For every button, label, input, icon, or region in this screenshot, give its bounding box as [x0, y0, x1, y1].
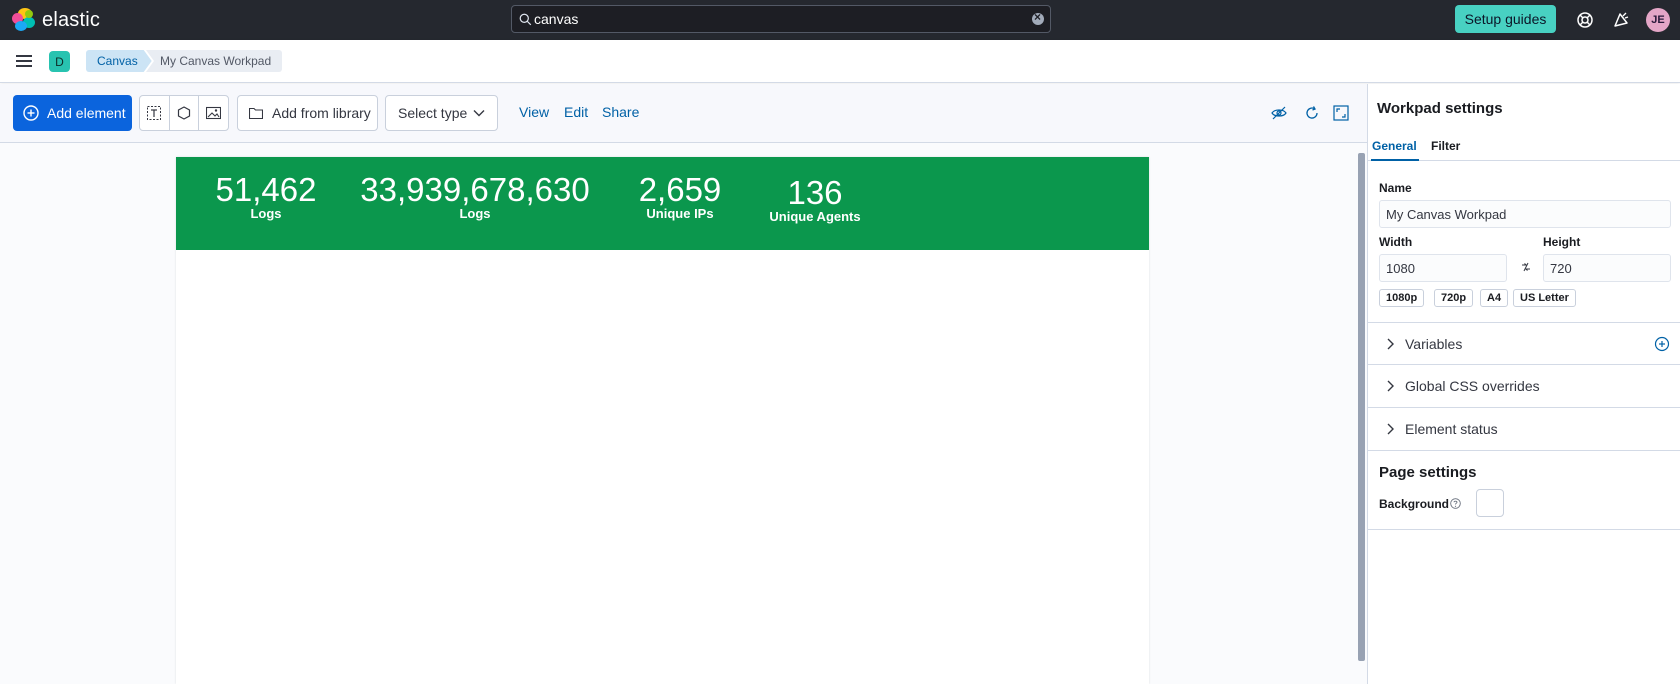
preset-1080p-button[interactable]: 1080p: [1379, 289, 1425, 307]
add-from-library-button[interactable]: Add from library: [237, 95, 378, 131]
breadcrumb-canvas[interactable]: Canvas: [86, 50, 152, 72]
chevron-right-icon: [1387, 338, 1394, 350]
eye-closed-icon[interactable]: [1271, 105, 1287, 121]
workpad-name-input[interactable]: [1379, 200, 1671, 228]
height-label: Height: [1543, 235, 1581, 249]
breadcrumb-bar: D Canvas My Canvas Workpad: [0, 40, 1680, 83]
help-icon[interactable]: [1575, 10, 1595, 30]
add-shape-button[interactable]: [170, 96, 200, 130]
section-divider: [1368, 529, 1680, 530]
space-avatar[interactable]: D: [49, 51, 70, 72]
add-element-label: Add element: [47, 105, 126, 121]
element-status-accordion[interactable]: Element status: [1368, 407, 1680, 449]
setup-guides-button[interactable]: Setup guides: [1455, 5, 1556, 33]
height-input[interactable]: [1543, 254, 1671, 282]
preset-720p-button[interactable]: 720p: [1434, 289, 1474, 307]
preset-us-letter-button[interactable]: US Letter: [1513, 289, 1576, 307]
active-tab-indicator: [1371, 159, 1419, 161]
metric-label: Unique Agents: [769, 209, 861, 224]
text-icon: [147, 106, 162, 120]
metric-logs-bytes[interactable]: 33,939,678,630 Logs: [355, 173, 595, 221]
select-type-label: Select type: [398, 105, 468, 121]
sidebar-title: Workpad settings: [1377, 100, 1503, 117]
variables-accordion[interactable]: Variables: [1368, 322, 1680, 364]
metric-unique-agents[interactable]: 136 Unique Agents: [768, 176, 862, 224]
settings-tabs: General Filter: [1368, 136, 1680, 161]
metric-unique-ips[interactable]: 2,659 Unique IPs: [628, 173, 732, 221]
metric-value: 33,939,678,630: [360, 171, 590, 208]
plus-circle-icon: [23, 105, 39, 121]
search-input[interactable]: [534, 9, 1024, 29]
accordion-label: Element status: [1405, 421, 1498, 437]
elastic-logo-icon: [12, 8, 36, 32]
refresh-icon[interactable]: [1304, 105, 1320, 121]
image-icon: [206, 106, 222, 120]
question-circle-icon[interactable]: [1450, 498, 1461, 509]
add-image-button[interactable]: [199, 96, 228, 130]
tab-filter[interactable]: Filter: [1431, 139, 1460, 153]
newsfeed-icon[interactable]: [1611, 10, 1631, 30]
elastic-logo[interactable]: elastic: [12, 8, 100, 32]
accordion-label: Global CSS overrides: [1405, 378, 1540, 394]
accordion-label: Variables: [1405, 336, 1463, 352]
hamburger-menu-icon[interactable]: [15, 53, 33, 69]
view-menu-link[interactable]: View: [519, 104, 549, 120]
chevron-right-icon: [1387, 380, 1394, 392]
tab-general[interactable]: General: [1372, 139, 1417, 153]
brand-name: elastic: [42, 8, 101, 31]
metric-label: Logs: [250, 206, 282, 221]
workpad-toolbar: Add element Add from library Select type…: [0, 84, 1367, 143]
background-label: Background: [1379, 497, 1450, 511]
folder-icon: [249, 107, 263, 119]
workpad-settings-sidebar: Workpad settings General Filter Name Wid…: [1367, 84, 1680, 684]
swap-dimensions-icon[interactable]: [1520, 261, 1532, 273]
global-css-accordion[interactable]: Global CSS overrides: [1368, 364, 1680, 406]
chevron-right-icon: [1387, 423, 1394, 435]
search-icon: [519, 13, 532, 26]
user-avatar[interactable]: JE: [1646, 8, 1670, 32]
name-label: Name: [1379, 181, 1412, 195]
quick-add-group: [139, 95, 229, 131]
canvas-scrollbar[interactable]: [1358, 153, 1365, 661]
add-from-library-label: Add from library: [272, 105, 371, 121]
metric-label: Unique IPs: [646, 206, 714, 221]
edit-menu-link[interactable]: Edit: [564, 104, 588, 120]
select-type-dropdown[interactable]: Select type: [385, 95, 498, 131]
metric-logs-count[interactable]: 51,462 Logs: [210, 173, 322, 221]
width-input[interactable]: [1379, 254, 1507, 282]
add-variable-icon[interactable]: [1654, 336, 1670, 352]
width-label: Width: [1379, 235, 1413, 249]
metric-value: 51,462: [215, 171, 317, 208]
share-menu-link[interactable]: Share: [602, 104, 639, 120]
preset-a4-button[interactable]: A4: [1480, 289, 1509, 307]
add-text-button[interactable]: [140, 96, 170, 130]
breadcrumb-workpad: My Canvas Workpad: [146, 50, 283, 72]
section-divider: [1368, 450, 1680, 451]
clear-search-icon[interactable]: [1032, 10, 1044, 25]
chevron-down-icon: [473, 110, 485, 117]
shape-icon: [177, 106, 191, 120]
background-color-picker[interactable]: [1476, 489, 1504, 517]
fullscreen-icon[interactable]: [1333, 105, 1349, 121]
global-search[interactable]: [511, 5, 1051, 33]
page-settings-title: Page settings: [1379, 464, 1477, 481]
add-element-button[interactable]: Add element: [13, 95, 132, 131]
metric-label: Logs: [459, 206, 491, 221]
metric-value: 2,659: [638, 171, 722, 208]
top-header: elastic Setup guides JE: [0, 0, 1680, 40]
metric-value: 136: [787, 174, 843, 211]
